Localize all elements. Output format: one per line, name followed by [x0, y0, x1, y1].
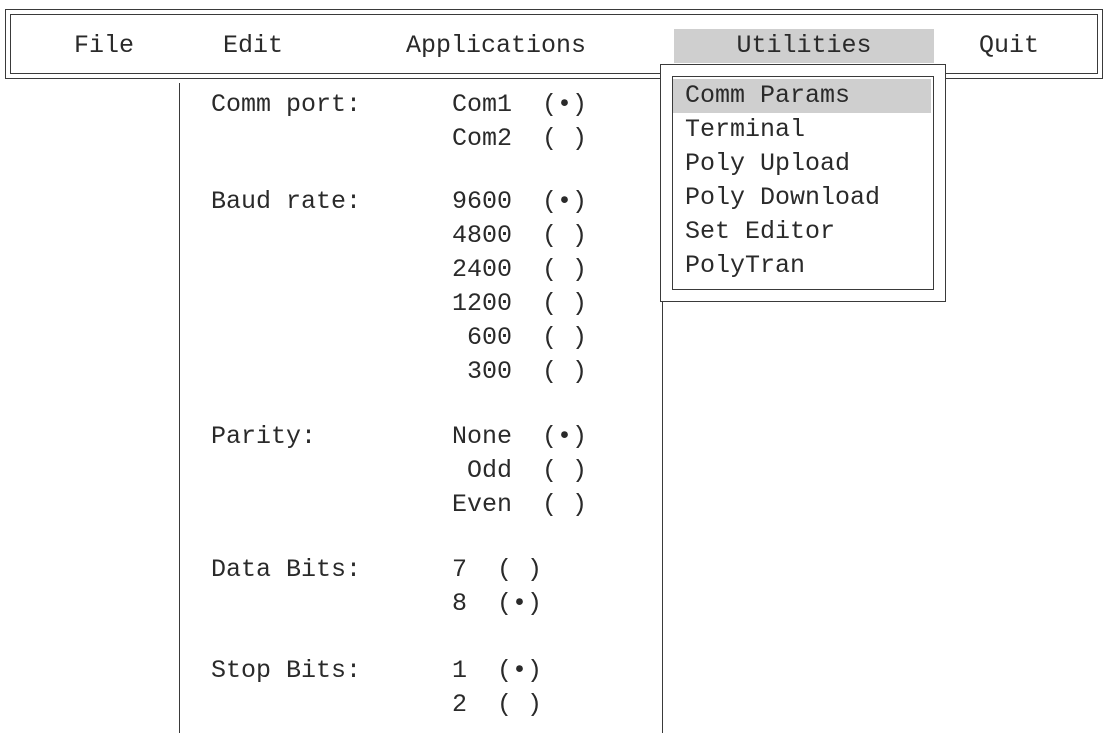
menu-file[interactable]: File — [74, 29, 134, 63]
baud-option-300[interactable]: 300 ( ) — [452, 355, 587, 389]
dropdown-item-poly-upload[interactable]: Poly Upload — [673, 147, 931, 181]
comm-port-label: Comm port: — [211, 90, 362, 119]
baud-option-9600[interactable]: 9600 (•) — [452, 185, 587, 219]
comm-port-option-com2[interactable]: Com2 ( ) — [452, 122, 587, 156]
baud-option-4800[interactable]: 4800 ( ) — [452, 219, 587, 253]
baud-option-1200[interactable]: 1200 ( ) — [452, 287, 587, 321]
stop-bits-label: Stop Bits: — [211, 656, 362, 685]
baud-option-600[interactable]: 600 ( ) — [452, 321, 587, 355]
parity-label: Parity: — [211, 422, 317, 451]
menu-utilities[interactable]: Utilities — [674, 29, 934, 63]
parity-option-even[interactable]: Even ( ) — [452, 488, 587, 522]
comm-port-option-com1[interactable]: Com1 (•) — [452, 88, 587, 122]
parity-option-odd[interactable]: Odd ( ) — [452, 454, 587, 488]
utilities-dropdown-list: Comm Params Terminal Poly Upload Poly Do… — [672, 76, 934, 290]
dropdown-item-polytran[interactable]: PolyTran — [673, 249, 931, 283]
stop-bits-option-2[interactable]: 2 ( ) — [452, 688, 542, 722]
menu-quit[interactable]: Quit — [979, 29, 1039, 63]
data-bits-option-8[interactable]: 8 (•) — [452, 587, 542, 621]
comm-params-panel: Comm port: Com1 (•) Com2 ( ) Baud rate: … — [179, 83, 663, 733]
dropdown-item-terminal[interactable]: Terminal — [673, 113, 931, 147]
menu-edit[interactable]: Edit — [223, 29, 283, 63]
menu-applications[interactable]: Applications — [406, 29, 586, 63]
data-bits-label: Data Bits: — [211, 555, 362, 584]
dropdown-item-set-editor[interactable]: Set Editor — [673, 215, 931, 249]
dropdown-item-comm-params[interactable]: Comm Params — [673, 79, 931, 113]
stop-bits-option-1[interactable]: 1 (•) — [452, 654, 542, 688]
baud-option-2400[interactable]: 2400 ( ) — [452, 253, 587, 287]
data-bits-option-7[interactable]: 7 ( ) — [452, 553, 542, 587]
utilities-dropdown: Comm Params Terminal Poly Upload Poly Do… — [660, 64, 946, 302]
baud-rate-label: Baud rate: — [211, 187, 362, 216]
parity-option-none[interactable]: None (•) — [452, 420, 587, 454]
dropdown-item-poly-download[interactable]: Poly Download — [673, 181, 931, 215]
